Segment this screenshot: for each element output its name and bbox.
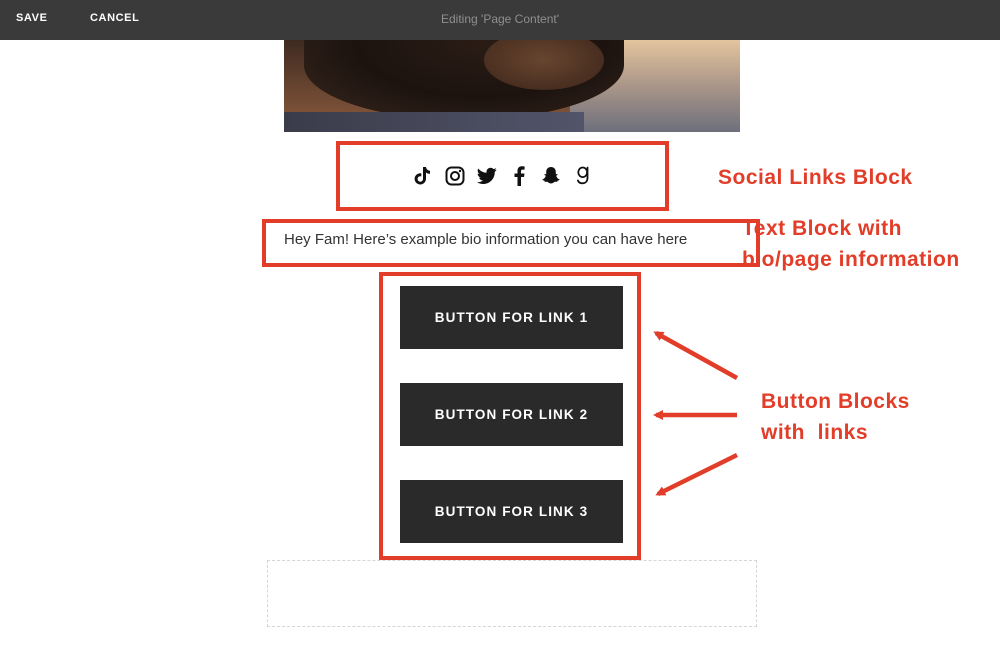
profile-photo bbox=[284, 40, 740, 132]
editor-toolbar: SAVE CANCEL Editing 'Page Content' bbox=[0, 0, 1000, 40]
arrow-to-button-3 bbox=[655, 452, 738, 497]
text-block-annotation: Text Block with bio/page information bbox=[742, 213, 960, 275]
social-links-annotation: Social Links Block bbox=[718, 166, 913, 189]
button-blocks-annotation-line-2: with links bbox=[761, 421, 869, 444]
text-block-highlight bbox=[262, 219, 760, 267]
text-block-annotation-line-1: Text Block with bbox=[742, 217, 902, 240]
arrow-to-button-1 bbox=[653, 331, 739, 380]
button-blocks-highlight bbox=[379, 272, 641, 560]
empty-block-placeholder[interactable] bbox=[267, 560, 757, 627]
social-links-highlight bbox=[336, 141, 669, 211]
button-blocks-annotation-line-1: Button Blocks bbox=[761, 390, 910, 413]
button-blocks-annotation: Button Blocks with links bbox=[761, 386, 910, 448]
editor-title: Editing 'Page Content' bbox=[441, 12, 559, 26]
text-block-annotation-line-2: bio/page information bbox=[742, 248, 960, 271]
